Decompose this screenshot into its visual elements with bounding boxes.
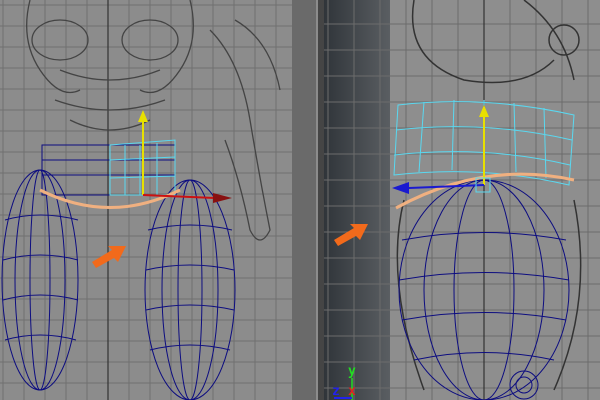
maya-workspace: y z x (0, 0, 600, 400)
axis-label-x: x (348, 384, 356, 399)
axis-label-y: y (348, 364, 356, 379)
viewport-side[interactable]: y z x (324, 0, 600, 400)
viewport-edge-strip (292, 0, 316, 400)
side-viewport-canvas[interactable] (324, 0, 600, 400)
axis-label-z: z (332, 384, 340, 399)
reference-sketch (26, 0, 281, 241)
viewport-front[interactable] (0, 0, 318, 400)
front-viewport-canvas[interactable] (0, 0, 318, 400)
